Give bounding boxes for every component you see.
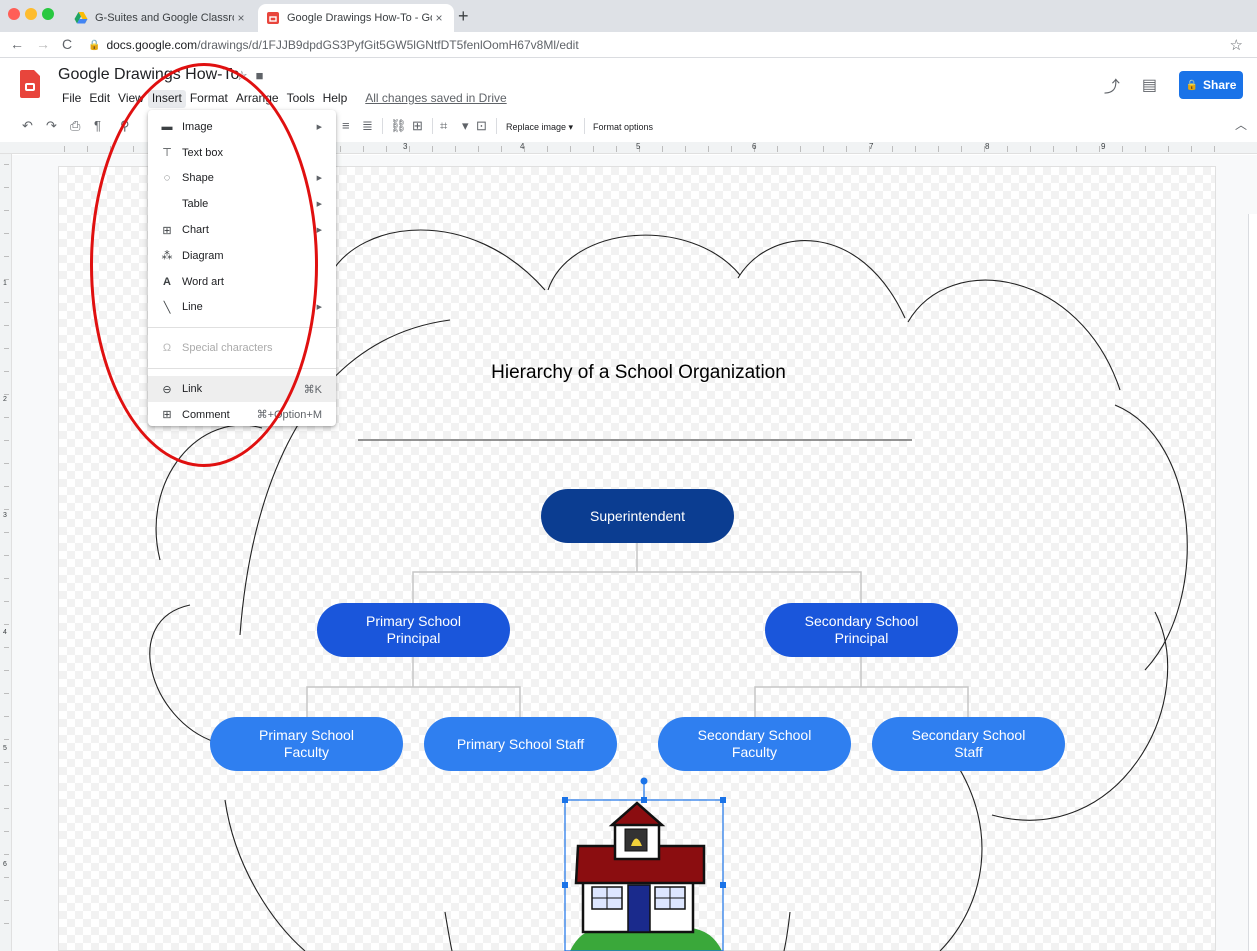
ruler-number: 9	[1101, 142, 1106, 151]
menu-bar: File Edit View Insert Format Arrange Too…	[58, 90, 511, 108]
menu-tools[interactable]: Tools	[283, 90, 319, 108]
reload-icon[interactable]: C	[62, 36, 72, 52]
submenu-arrow-icon: ▶	[316, 304, 322, 312]
ruler-number: 6	[752, 142, 757, 151]
forward-icon[interactable]: →	[36, 36, 50, 52]
node-label: Secondary School Staff	[911, 727, 1026, 760]
ruler-number: 1	[3, 280, 7, 287]
close-window-button[interactable]	[8, 8, 20, 20]
url-host: docs.google.com	[106, 38, 198, 52]
submenu-arrow-icon: ▶	[316, 201, 322, 209]
ruler-number: 3	[3, 512, 7, 519]
node-primary-principal[interactable]: Primary School Principal	[317, 603, 510, 657]
ruler-number: 2	[3, 396, 7, 403]
activity-trend-icon[interactable]: ⤴	[1104, 73, 1120, 97]
bookmark-star-icon[interactable]: ☆	[1230, 36, 1243, 54]
google-drawings-icon	[267, 12, 279, 24]
insert-link-icon[interactable]: ⛓	[390, 117, 407, 135]
menu-file[interactable]: File	[58, 90, 85, 108]
collapse-menus-icon[interactable]: ︿	[1235, 116, 1247, 133]
submenu-arrow-icon: ▶	[316, 175, 322, 183]
ruler-number: 3	[403, 142, 408, 151]
node-label: Primary School Staff	[456, 735, 585, 752]
node-label: Secondary School Faculty	[697, 727, 812, 760]
node-primary-staff[interactable]: Primary School Staff	[424, 717, 617, 771]
tab-title: Google Drawings How-To - Go	[287, 12, 432, 24]
vertical-scrollbar[interactable]	[1248, 214, 1257, 951]
zoom-window-button[interactable]	[42, 8, 54, 20]
new-tab-button[interactable]: +	[458, 6, 469, 27]
shortcut-label: ⌘K	[303, 383, 322, 396]
node-label: Secondary School Principal	[804, 613, 919, 646]
google-drawings-logo-icon[interactable]	[20, 70, 40, 98]
print-icon[interactable]: ⎙	[70, 117, 80, 135]
undo-icon[interactable]: ↶	[22, 117, 33, 135]
node-label: Primary School Faculty	[259, 727, 354, 760]
node-secondary-faculty[interactable]: Secondary School Faculty	[658, 717, 851, 771]
share-label: Share	[1203, 78, 1237, 92]
submenu-arrow-icon: ▶	[316, 227, 322, 235]
node-label: Primary School Principal	[366, 613, 461, 646]
paint-format-icon[interactable]: ¶	[94, 117, 101, 135]
ruler-number: 8	[985, 142, 990, 151]
minimize-window-button[interactable]	[25, 8, 37, 20]
tab-google-drawings[interactable]: Google Drawings How-To - Go ×	[258, 4, 454, 32]
url-field[interactable]: 🔒 docs.google.com /drawings/d/1FJJB9dpdG…	[88, 35, 1223, 55]
folder-icon[interactable]: ■	[256, 68, 272, 83]
replace-image-button[interactable]: Replace image ▾	[506, 118, 573, 136]
close-tab-icon[interactable]: ×	[432, 11, 446, 25]
ruler-number: 7	[869, 142, 874, 151]
node-primary-faculty[interactable]: Primary School Faculty	[210, 717, 403, 771]
annotation-ellipse	[90, 63, 318, 467]
submenu-arrow-icon: ▶	[316, 123, 322, 131]
add-comment-icon[interactable]: ⊞	[412, 117, 423, 135]
menu-edit[interactable]: Edit	[85, 90, 114, 108]
ruler-number: 5	[3, 745, 7, 752]
redo-icon[interactable]: ↷	[46, 117, 57, 135]
close-tab-icon[interactable]: ×	[234, 11, 248, 25]
save-status-link[interactable]: All changes saved in Drive	[361, 90, 510, 108]
comments-icon[interactable]: ▤	[1142, 75, 1157, 95]
back-icon[interactable]: ←	[10, 36, 24, 52]
dropdown-icon[interactable]: ▾	[462, 117, 469, 135]
distribute-icon[interactable]: ≣	[362, 117, 373, 135]
format-options-button[interactable]: Format options	[593, 118, 653, 136]
vertical-ruler: 1 2 3 4 5 6	[0, 154, 12, 951]
node-secondary-staff[interactable]: Secondary School Staff	[872, 717, 1065, 771]
url-path: /drawings/d/1FJJB9dpdGS3PyfGit5GW5lGNtfD…	[197, 38, 579, 52]
node-superintendent[interactable]: Superintendent	[541, 489, 734, 543]
node-secondary-principal[interactable]: Secondary School Principal	[765, 603, 958, 657]
ruler-number: 4	[520, 142, 525, 151]
tab-gsuites[interactable]: G-Suites and Google Classroo ×	[66, 4, 256, 32]
ruler-number: 4	[3, 629, 7, 636]
lock-icon: 🔒	[1185, 79, 1199, 91]
address-bar-row: ← → C 🔒 docs.google.com /drawings/d/1FJJ…	[0, 32, 1257, 58]
lock-icon: 🔒	[88, 39, 101, 51]
google-drive-icon	[74, 12, 88, 24]
share-button[interactable]: 🔒 Share	[1179, 71, 1243, 99]
reset-image-icon[interactable]: ⊡	[476, 117, 487, 135]
ruler-number: 6	[3, 861, 7, 868]
crop-icon[interactable]: ⌗	[440, 117, 447, 135]
align-icon[interactable]: ≡	[342, 117, 350, 135]
ruler-number: 5	[636, 142, 641, 151]
tab-title: G-Suites and Google Classroo	[95, 12, 234, 24]
menu-help[interactable]: Help	[319, 90, 352, 108]
browser-tab-bar: G-Suites and Google Classroo × Google Dr…	[0, 0, 1257, 32]
